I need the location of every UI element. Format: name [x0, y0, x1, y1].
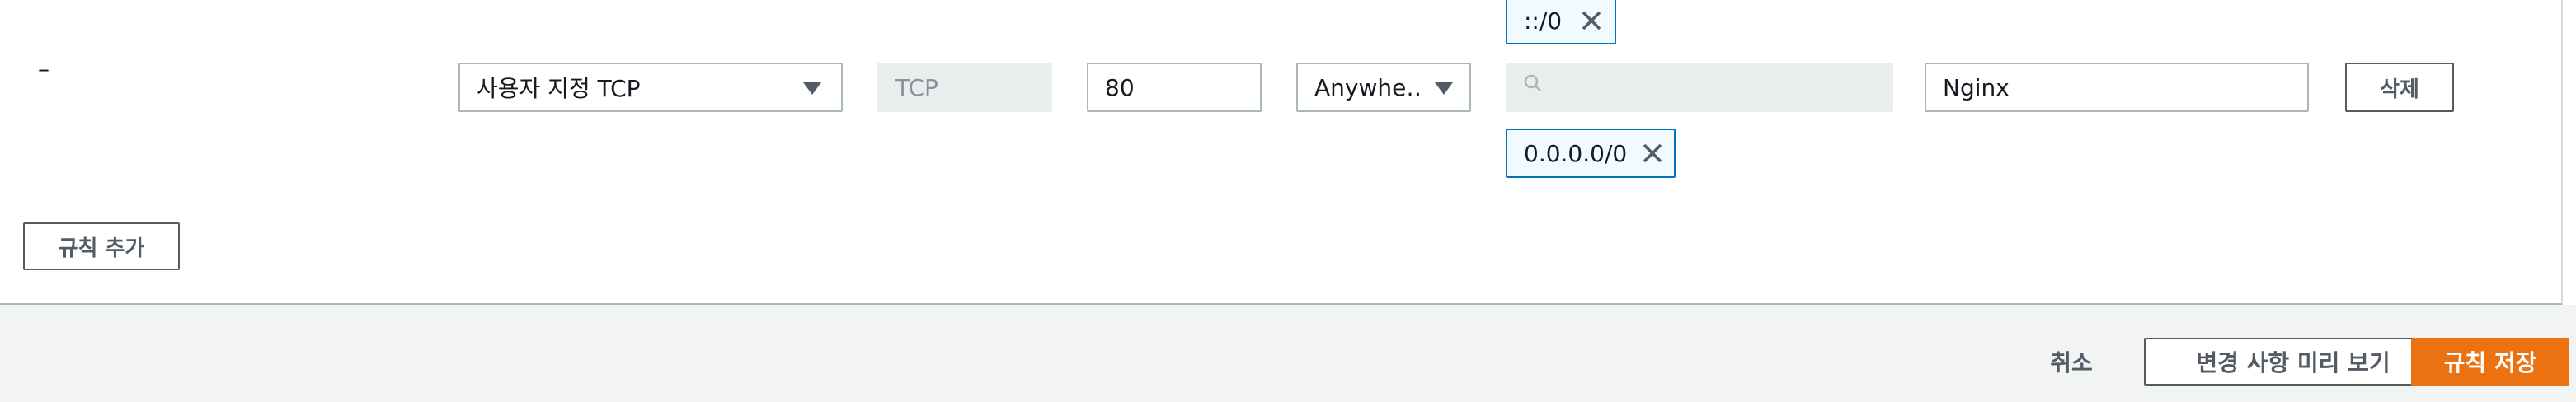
caret-down-icon: [803, 82, 821, 95]
source-token-ipv6: ::/0: [1506, 0, 1616, 44]
row-dash: –: [38, 55, 49, 82]
search-icon: [1524, 74, 1541, 91]
type-select[interactable]: 사용자 지정 TCP: [458, 63, 843, 112]
close-icon[interactable]: [1641, 142, 1664, 165]
rules-panel: – 사용자 지정 TCP TCP 80 Anywhe… ::/0 0.0.0.0…: [0, 0, 2563, 305]
close-icon[interactable]: [1580, 9, 1603, 32]
footer-bar: 취소 변경 사항 미리 보기 규칙 저장: [0, 305, 2576, 402]
protocol-field: TCP: [877, 63, 1052, 112]
description-value: Nginx: [1943, 73, 2010, 101]
source-select-value: Anywhe…: [1314, 73, 1423, 101]
save-rules-button[interactable]: 규칙 저장: [2411, 338, 2569, 386]
source-token-label: ::/0: [1524, 7, 1563, 35]
type-select-value: 사용자 지정 TCP: [477, 75, 641, 102]
protocol-value: TCP: [895, 73, 938, 101]
delete-rule-button[interactable]: 삭제: [2345, 63, 2454, 112]
port-range-input[interactable]: 80: [1087, 63, 1262, 112]
caret-down-icon: [1435, 82, 1453, 95]
source-token-ipv4: 0.0.0.0/0: [1506, 129, 1676, 178]
cidr-search-input[interactable]: [1506, 63, 1893, 112]
cancel-button[interactable]: 취소: [2032, 341, 2111, 382]
port-range-value: 80: [1105, 73, 1135, 101]
description-input[interactable]: Nginx: [1925, 63, 2309, 112]
preview-changes-button[interactable]: 변경 사항 미리 보기: [2144, 338, 2442, 386]
add-rule-button[interactable]: 규칙 추가: [23, 222, 180, 270]
source-select[interactable]: Anywhe…: [1296, 63, 1471, 112]
source-token-label: 0.0.0.0/0: [1524, 139, 1628, 167]
